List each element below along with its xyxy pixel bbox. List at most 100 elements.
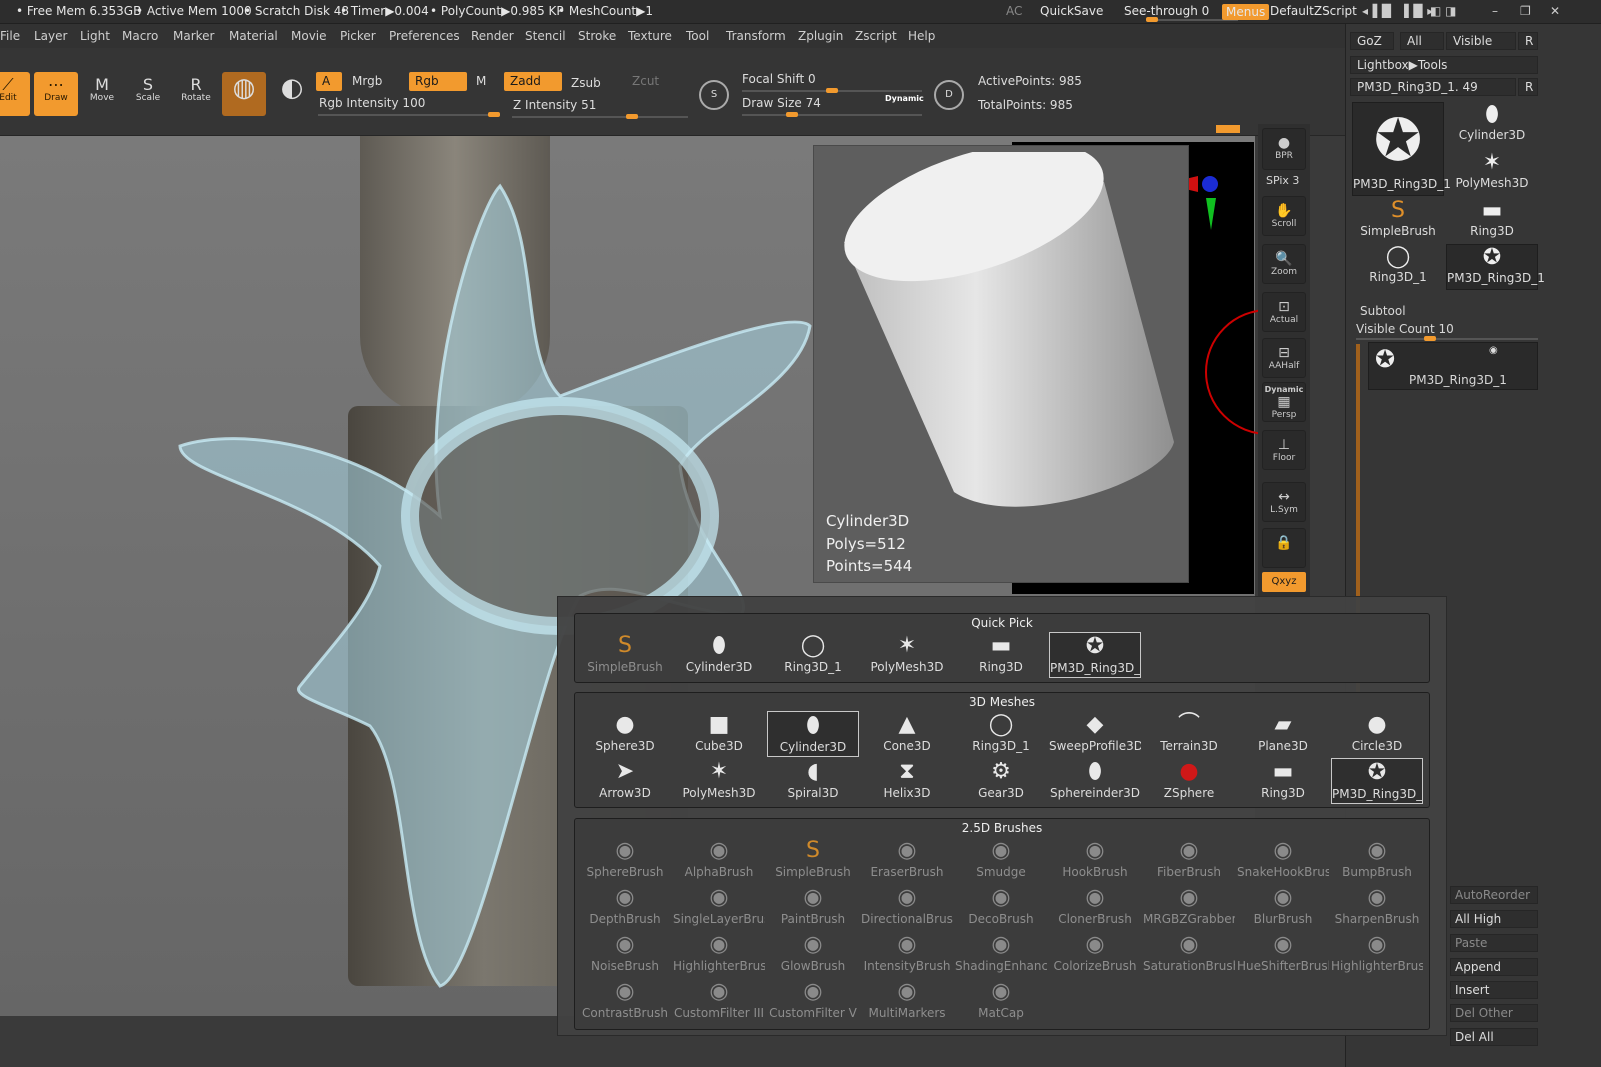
picker-item-hueshifterbrush[interactable]: ◉ HueShifterBrush [1237, 931, 1329, 977]
picker-item-colorizebrush[interactable]: ◉ ColorizeBrush [1049, 931, 1141, 977]
aahalf-button[interactable]: ⊟ AAHalf [1262, 338, 1306, 378]
picker-item-shadingenhance[interactable]: ◉ ShadingEnhance [955, 931, 1047, 977]
tool-thumb-simplebrush[interactable]: S SimpleBrush [1352, 198, 1444, 244]
picker-item-customfilter-v[interactable]: ◉ CustomFilter V [767, 978, 859, 1024]
picker-item-cone3d[interactable]: ▲ Cone3D [861, 711, 953, 757]
picker-item-ring3d-1[interactable]: ◯ Ring3D_1 [767, 632, 859, 678]
restore-icon[interactable]: ❐ [1520, 4, 1531, 18]
insert-button[interactable]: Insert [1450, 981, 1538, 999]
m-button[interactable]: M [470, 72, 498, 91]
zsub-button[interactable]: Zsub [565, 74, 621, 93]
picker-item-ring3d-1[interactable]: ◯ Ring3D_1 [955, 711, 1047, 757]
menus-toggle-button[interactable]: Menus [1222, 4, 1270, 20]
picker-item-pm3d-ring3d-1[interactable]: ✪ PM3D_Ring3D_1 [1049, 632, 1141, 678]
material-button[interactable]: ◐ [270, 72, 314, 116]
visible-count-slider[interactable]: Visible Count 10 [1356, 322, 1454, 336]
picker-item-cube3d[interactable]: ■ Cube3D [673, 711, 765, 757]
picker-item-directionalbrush[interactable]: ◉ DirectionalBrush [861, 884, 953, 930]
picker-item-paintbrush[interactable]: ◉ PaintBrush [767, 884, 859, 930]
goz-button[interactable]: GoZ [1350, 32, 1394, 50]
focal-shift-slider[interactable] [742, 88, 922, 93]
picker-item-customfilter-iii[interactable]: ◉ CustomFilter III [673, 978, 765, 1024]
floor-button[interactable]: ⊥ Floor [1262, 430, 1306, 470]
goz-r-button[interactable]: R [1518, 32, 1538, 50]
goz-visible-button[interactable]: Visible [1446, 32, 1516, 50]
picker-item-snakehookbrush[interactable]: ◉ SnakeHookBrush [1237, 837, 1329, 883]
menu-material[interactable]: Material [229, 29, 278, 43]
picker-item-blurbrush[interactable]: ◉ BlurBrush [1237, 884, 1329, 930]
picker-item-highlighterbrush[interactable]: ◉ HighlighterBrush [673, 931, 765, 977]
picker-item-saturationbrush[interactable]: ◉ SaturationBrush [1143, 931, 1235, 977]
menu-zplugin[interactable]: Zplugin [798, 29, 843, 43]
rotate-mode-button[interactable]: R Rotate [174, 72, 218, 116]
picker-item-fiberbrush[interactable]: ◉ FiberBrush [1143, 837, 1235, 883]
picker-item-sweepprofile3d[interactable]: ◆ SweepProfile3D [1049, 711, 1141, 757]
menu-preferences[interactable]: Preferences [389, 29, 460, 43]
actual-button[interactable]: ⊡ Actual [1262, 292, 1306, 332]
picker-item-gear3d[interactable]: ⚙ Gear3D [955, 758, 1047, 804]
move-mode-button[interactable]: M Move [80, 72, 124, 116]
slider-handle[interactable] [626, 114, 638, 119]
tool-thumb-polymesh3d[interactable]: ✶ PolyMesh3D [1446, 150, 1538, 196]
menu-zscript[interactable]: Zscript [855, 29, 897, 43]
stroke-d-icon[interactable]: D [934, 80, 964, 110]
menu-stencil[interactable]: Stencil [525, 29, 566, 43]
menu-file[interactable]: File [0, 29, 20, 43]
picker-item-sphereinder3d[interactable]: ⬮ Sphereinder3D [1049, 758, 1141, 804]
picker-item-highlighterbrush[interactable]: ◉ HighlighterBrush [1331, 931, 1423, 977]
picker-item-spiral3d[interactable]: ◖ Spiral3D [767, 758, 859, 804]
picker-item-simplebrush[interactable]: S SimpleBrush [767, 837, 859, 883]
visible-count-track[interactable] [1356, 336, 1538, 341]
close-icon[interactable]: ✕ [1550, 4, 1560, 18]
picker-item-simplebrush[interactable]: S SimpleBrush [579, 632, 671, 678]
current-tool-slider[interactable]: PM3D_Ring3D_1. 49 [1350, 78, 1516, 96]
scroll-button[interactable]: ✋ Scroll [1262, 196, 1306, 236]
menu-light[interactable]: Light [80, 29, 110, 43]
picker-item-smudge[interactable]: ◉ Smudge [955, 837, 1047, 883]
zadd-button[interactable]: Zadd [504, 72, 562, 91]
picker-item-sharpenbrush[interactable]: ◉ SharpenBrush [1331, 884, 1423, 930]
mrgb-button[interactable]: Mrgb [346, 72, 402, 91]
quicksave-button[interactable]: QuickSave [1040, 4, 1103, 18]
ac-button[interactable]: AC [1006, 4, 1022, 18]
menu-texture[interactable]: Texture [628, 29, 672, 43]
picker-item-polymesh3d[interactable]: ✶ PolyMesh3D [673, 758, 765, 804]
tool-r-button[interactable]: R [1518, 78, 1538, 96]
stroke-s-icon[interactable]: S [699, 80, 729, 110]
picker-item-multimarkers[interactable]: ◉ MultiMarkers [861, 978, 953, 1024]
current-brush-button[interactable]: ◍ [222, 72, 266, 116]
menu-stroke[interactable]: Stroke [578, 29, 616, 43]
menu-macro[interactable]: Macro [122, 29, 158, 43]
persp-button[interactable]: Dynamic ▦ Persp [1262, 382, 1306, 422]
slider-handle[interactable] [786, 112, 798, 117]
picker-item-mrgbzgrabber[interactable]: ◉ MRGBZGrabber [1143, 884, 1235, 930]
picker-item-decobrush[interactable]: ◉ DecoBrush [955, 884, 1047, 930]
picker-item-plane3d[interactable]: ▰ Plane3D [1237, 711, 1329, 757]
picker-item-arrow3d[interactable]: ➤ Arrow3D [579, 758, 671, 804]
picker-item-hookbrush[interactable]: ◉ HookBrush [1049, 837, 1141, 883]
picker-item-alphabrush[interactable]: ◉ AlphaBrush [673, 837, 765, 883]
tool-thumb-ring3d[interactable]: ▬ Ring3D [1446, 198, 1538, 244]
default-zscript-button[interactable]: DefaultZScript [1270, 4, 1357, 18]
picker-item-depthbrush[interactable]: ◉ DepthBrush [579, 884, 671, 930]
paste-button[interactable]: Paste [1450, 934, 1538, 952]
picker-item-ring3d[interactable]: ▬ Ring3D [1237, 758, 1329, 804]
menu-help[interactable]: Help [908, 29, 935, 43]
picker-item-eraserbrush[interactable]: ◉ EraserBrush [861, 837, 953, 883]
picker-item-sphere3d[interactable]: ● Sphere3D [579, 711, 671, 757]
slider-handle[interactable] [1146, 17, 1158, 22]
spix-slider[interactable]: SPix 3 [1266, 174, 1299, 187]
visibility-eye-icon[interactable]: ◉ [1489, 345, 1498, 356]
bpr-button[interactable]: ● BPR [1262, 128, 1306, 170]
picker-item-matcap[interactable]: ◉ MatCap [955, 978, 1047, 1024]
palette-toggle-icon[interactable]: ◂▐▐▌ ▐▐▌▸ [1362, 4, 1433, 18]
picker-item-glowbrush[interactable]: ◉ GlowBrush [767, 931, 859, 977]
tool-thumb-ring3d-1[interactable]: ◯ Ring3D_1 [1352, 244, 1444, 290]
scale-mode-button[interactable]: S Scale [126, 72, 170, 116]
picker-item-bumpbrush[interactable]: ◉ BumpBrush [1331, 837, 1423, 883]
tool-thumb-cylinder3d[interactable]: ⬮ Cylinder3D [1446, 102, 1538, 148]
slider-handle[interactable] [488, 112, 500, 117]
picker-item-spherebrush[interactable]: ◉ SphereBrush [579, 837, 671, 883]
goz-all-button[interactable]: All [1400, 32, 1444, 50]
picker-item-cylinder3d[interactable]: ⬮ Cylinder3D [673, 632, 765, 678]
